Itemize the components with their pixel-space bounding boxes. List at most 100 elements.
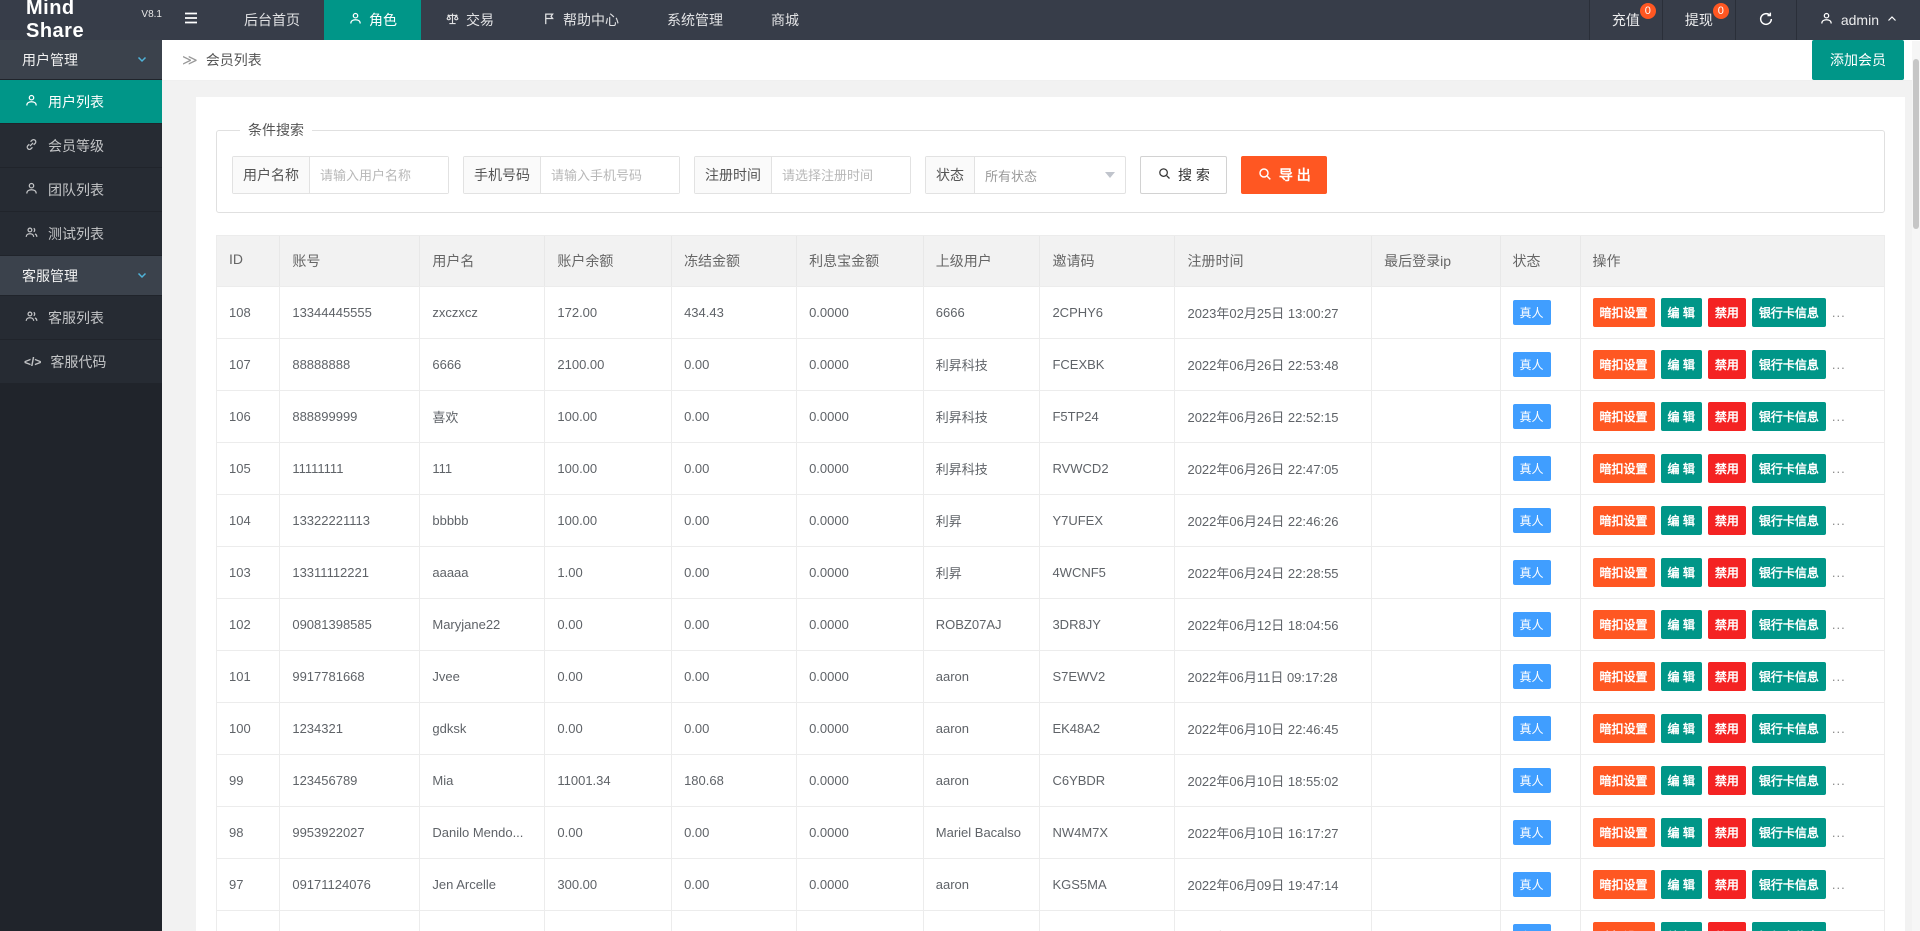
sidebar-item-member-level[interactable]: 会员等级 — [0, 124, 162, 168]
action-bank-card-info-button[interactable]: 银行卡信息 — [1752, 766, 1826, 795]
action-bank-card-info-button[interactable]: 银行卡信息 — [1752, 662, 1826, 691]
action-disable-button[interactable]: 禁用 — [1708, 506, 1746, 535]
action-bank-card-info-button[interactable]: 银行卡信息 — [1752, 298, 1826, 327]
regtime-input[interactable] — [772, 157, 910, 193]
action-disable-button[interactable]: 禁用 — [1708, 766, 1746, 795]
more-actions[interactable]: ... — [1832, 773, 1846, 788]
status-badge[interactable]: 真人 — [1513, 404, 1551, 429]
export-button[interactable]: 导 出 — [1241, 156, 1327, 194]
action-hidden-deduction-settings-button[interactable]: 暗扣设置 — [1593, 870, 1655, 899]
more-actions[interactable]: ... — [1832, 877, 1846, 892]
more-actions[interactable]: ... — [1832, 409, 1846, 424]
action-bank-card-info-button[interactable]: 银行卡信息 — [1752, 558, 1826, 587]
action-disable-button[interactable]: 禁用 — [1708, 818, 1746, 847]
action-edit-button[interactable]: 编 辑 — [1661, 662, 1702, 691]
action-edit-button[interactable]: 编 辑 — [1661, 870, 1702, 899]
action-bank-card-info-button[interactable]: 银行卡信息 — [1752, 870, 1826, 899]
action-hidden-deduction-settings-button[interactable]: 暗扣设置 — [1593, 506, 1655, 535]
action-edit-button[interactable]: 编 辑 — [1661, 454, 1702, 483]
action-hidden-deduction-settings-button[interactable]: 暗扣设置 — [1593, 766, 1655, 795]
action-disable-button[interactable]: 禁用 — [1708, 662, 1746, 691]
more-actions[interactable]: ... — [1832, 669, 1846, 684]
action-edit-button[interactable]: 编 辑 — [1661, 818, 1702, 847]
scrollbar-thumb[interactable] — [1913, 59, 1919, 229]
action-hidden-deduction-settings-button[interactable]: 暗扣设置 — [1593, 298, 1655, 327]
status-badge[interactable]: 真人 — [1513, 456, 1551, 481]
add-member-button[interactable]: 添加会员 — [1812, 40, 1904, 80]
sidebar-item-team-list[interactable]: 团队列表 — [0, 168, 162, 212]
action-bank-card-info-button[interactable]: 银行卡信息 — [1752, 610, 1826, 639]
nav-item-home[interactable]: 后台首页 — [220, 0, 324, 40]
status-badge[interactable]: 真人 — [1513, 352, 1551, 377]
status-badge[interactable]: 真人 — [1513, 716, 1551, 741]
status-badge[interactable]: 真人 — [1513, 508, 1551, 533]
action-edit-button[interactable]: 编 辑 — [1661, 350, 1702, 379]
action-edit-button[interactable]: 编 辑 — [1661, 298, 1702, 327]
recharge-button[interactable]: 充值 0 — [1589, 0, 1662, 40]
sidebar-item-service-code[interactable]: </> 客服代码 — [0, 340, 162, 384]
action-edit-button[interactable]: 编 辑 — [1661, 766, 1702, 795]
action-hidden-deduction-settings-button[interactable]: 暗扣设置 — [1593, 454, 1655, 483]
nav-item-role[interactable]: 角色 — [324, 0, 421, 40]
action-disable-button[interactable]: 禁用 — [1708, 350, 1746, 379]
action-hidden-deduction-settings-button[interactable]: 暗扣设置 — [1593, 662, 1655, 691]
more-actions[interactable]: ... — [1832, 357, 1846, 372]
sidebar-item-user-list[interactable]: 用户列表 — [0, 80, 162, 124]
action-bank-card-info-button[interactable]: 银行卡信息 — [1752, 402, 1826, 431]
sidebar-item-service-list[interactable]: 客服列表 — [0, 296, 162, 340]
more-actions[interactable]: ... — [1832, 565, 1846, 580]
sidebar-group-service-management[interactable]: 客服管理 — [0, 256, 162, 296]
action-hidden-deduction-settings-button[interactable]: 暗扣设置 — [1593, 714, 1655, 743]
action-disable-button[interactable]: 禁用 — [1708, 454, 1746, 483]
action-hidden-deduction-settings-button[interactable]: 暗扣设置 — [1593, 350, 1655, 379]
action-edit-button[interactable]: 编 辑 — [1661, 506, 1702, 535]
action-hidden-deduction-settings-button[interactable]: 暗扣设置 — [1593, 610, 1655, 639]
more-actions[interactable]: ... — [1832, 513, 1846, 528]
nav-item-trade[interactable]: 交易 — [421, 0, 518, 40]
more-actions[interactable]: ... — [1832, 721, 1846, 736]
nav-item-system-management[interactable]: 系统管理 — [643, 0, 747, 40]
action-disable-button[interactable]: 禁用 — [1708, 610, 1746, 639]
status-badge[interactable]: 真人 — [1513, 872, 1551, 897]
search-button[interactable]: 搜 索 — [1140, 156, 1227, 194]
more-actions[interactable]: ... — [1832, 825, 1846, 840]
action-disable-button[interactable]: 禁用 — [1708, 298, 1746, 327]
action-hidden-deduction-settings-button[interactable]: 暗扣设置 — [1593, 818, 1655, 847]
status-badge[interactable]: 真人 — [1513, 924, 1551, 931]
action-hidden-deduction-settings-button[interactable]: 暗扣设置 — [1593, 402, 1655, 431]
status-badge[interactable]: 真人 — [1513, 820, 1551, 845]
collapse-menu-button[interactable] — [162, 0, 220, 40]
action-edit-button[interactable]: 编 辑 — [1661, 402, 1702, 431]
more-actions[interactable]: ... — [1832, 461, 1846, 476]
action-hidden-deduction-settings-button[interactable]: 暗扣设置 — [1593, 922, 1655, 931]
status-badge[interactable]: 真人 — [1513, 664, 1551, 689]
action-disable-button[interactable]: 禁用 — [1708, 402, 1746, 431]
action-edit-button[interactable]: 编 辑 — [1661, 558, 1702, 587]
action-bank-card-info-button[interactable]: 银行卡信息 — [1752, 506, 1826, 535]
username-input[interactable] — [310, 157, 448, 193]
sidebar-group-user-management[interactable]: 用户管理 — [0, 40, 162, 80]
action-edit-button[interactable]: 编 辑 — [1661, 714, 1702, 743]
action-disable-button[interactable]: 禁用 — [1708, 714, 1746, 743]
action-bank-card-info-button[interactable]: 银行卡信息 — [1752, 922, 1826, 931]
action-hidden-deduction-settings-button[interactable]: 暗扣设置 — [1593, 558, 1655, 587]
action-bank-card-info-button[interactable]: 银行卡信息 — [1752, 350, 1826, 379]
nav-item-mall[interactable]: 商城 — [747, 0, 823, 40]
action-edit-button[interactable]: 编 辑 — [1661, 610, 1702, 639]
action-bank-card-info-button[interactable]: 银行卡信息 — [1752, 454, 1826, 483]
admin-menu[interactable]: admin — [1796, 0, 1920, 40]
action-disable-button[interactable]: 禁用 — [1708, 922, 1746, 931]
action-bank-card-info-button[interactable]: 银行卡信息 — [1752, 714, 1826, 743]
refresh-button[interactable] — [1735, 0, 1796, 40]
action-edit-button[interactable]: 编 辑 — [1661, 922, 1702, 931]
more-actions[interactable]: ... — [1832, 305, 1846, 320]
phone-input[interactable] — [541, 157, 679, 193]
sidebar-item-test-list[interactable]: 测试列表 — [0, 212, 162, 256]
action-bank-card-info-button[interactable]: 银行卡信息 — [1752, 818, 1826, 847]
action-disable-button[interactable]: 禁用 — [1708, 558, 1746, 587]
status-badge[interactable]: 真人 — [1513, 612, 1551, 637]
withdraw-button[interactable]: 提现 0 — [1662, 0, 1735, 40]
vertical-scrollbar[interactable] — [1912, 41, 1920, 931]
status-badge[interactable]: 真人 — [1513, 300, 1551, 325]
status-badge[interactable]: 真人 — [1513, 768, 1551, 793]
